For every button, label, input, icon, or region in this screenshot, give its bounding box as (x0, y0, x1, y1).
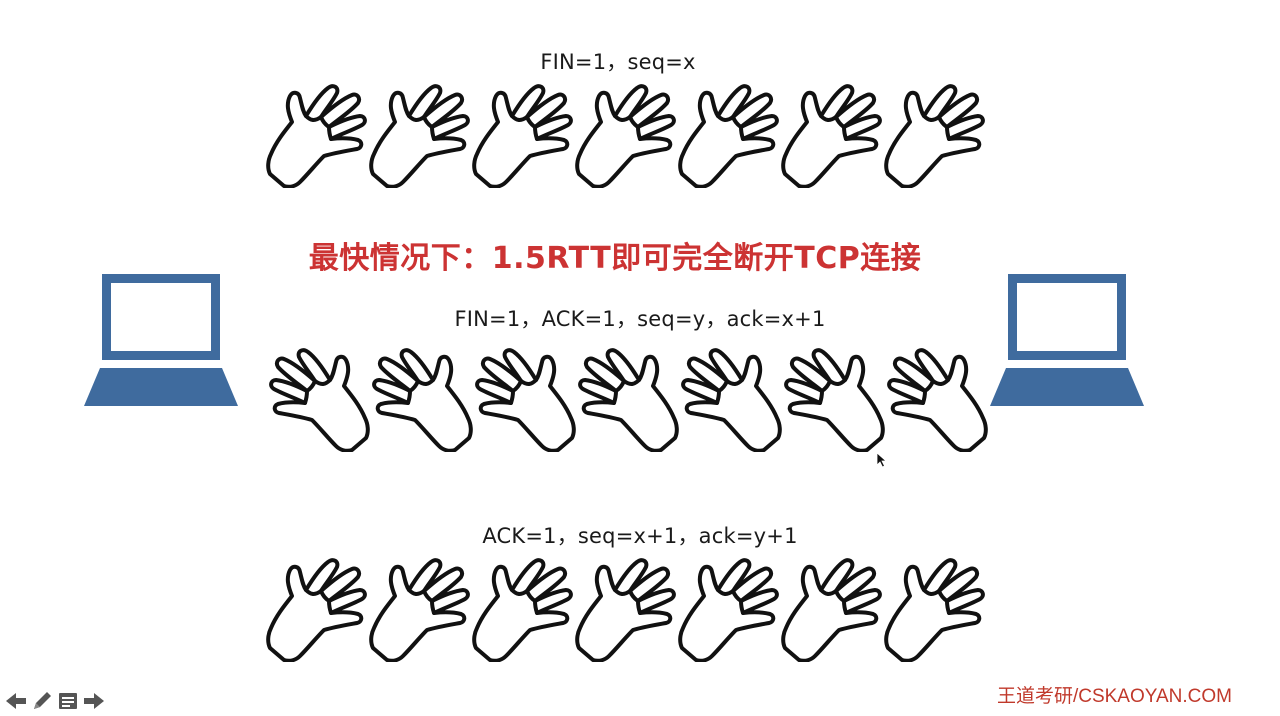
waving-hand-icon (678, 82, 782, 189)
waving-hand-icon (678, 556, 782, 663)
waving-hand-icon (678, 346, 782, 453)
arrow-left-icon[interactable] (4, 690, 28, 712)
message-label-ack: ACK=1，seq=x+1，ack=y+1 (482, 524, 798, 548)
waving-hand-icon (781, 82, 885, 189)
slide-navigation (4, 690, 106, 712)
waving-hand-icon (781, 556, 885, 663)
waving-hand-icon (575, 82, 679, 189)
waving-hand-icon (781, 346, 885, 453)
watermark: 王道考研/CSKAOYAN.COM (996, 686, 1232, 707)
pen-icon[interactable] (30, 690, 54, 712)
waving-hand-icon (884, 346, 988, 453)
mouse-cursor-icon (876, 452, 888, 468)
waving-hand-icon (575, 346, 679, 453)
waving-hand-icon (266, 346, 370, 453)
waving-hand-icon (266, 82, 370, 189)
waving-hand-icon (369, 556, 473, 663)
menu-icon[interactable] (56, 690, 80, 712)
waving-hand-icon (472, 82, 576, 189)
hand-row-fin-ack (266, 346, 994, 453)
waving-hand-icon (884, 82, 988, 189)
waving-hand-icon (369, 82, 473, 189)
laptop-icon (990, 274, 1144, 406)
hand-row-fin (266, 82, 994, 189)
waving-hand-icon (575, 556, 679, 663)
laptop-icon (84, 274, 238, 406)
message-label-fin: FIN=1，seq=x (540, 50, 696, 74)
waving-hand-icon (472, 346, 576, 453)
arrow-right-icon[interactable] (82, 690, 106, 712)
waving-hand-icon (369, 346, 473, 453)
waving-hand-icon (472, 556, 576, 663)
hand-row-ack (266, 556, 994, 663)
slide: FIN=1，seq=x 最快情况下：1.5RTT即可完全断开TCP连接 FIN=… (0, 0, 1280, 716)
waving-hand-icon (884, 556, 988, 663)
waving-hand-icon (266, 556, 370, 663)
